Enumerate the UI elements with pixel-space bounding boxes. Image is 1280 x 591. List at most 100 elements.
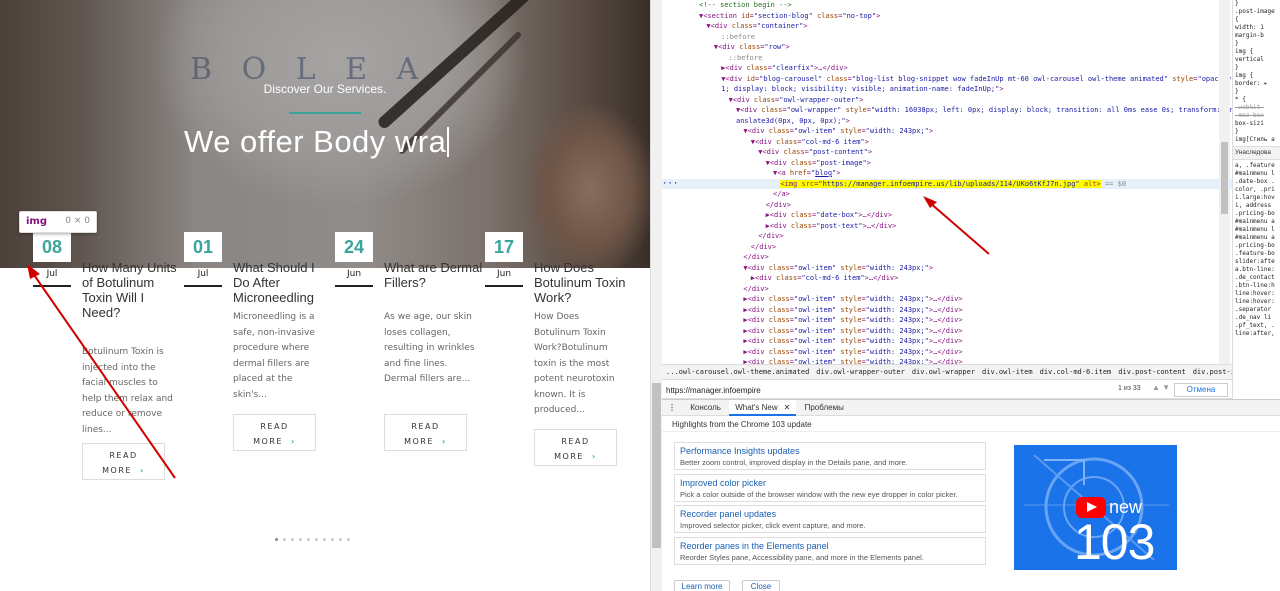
style-rule-line: } — [1235, 64, 1239, 71]
style-rule-line: img[Стиль а — [1235, 136, 1275, 143]
read-more-button[interactable]: READ MORE › — [534, 429, 617, 466]
style-rule-line: -moz-box — [1235, 112, 1264, 119]
read-more-button[interactable]: READ MORE › — [82, 443, 165, 480]
style-rule-line: * { — [1235, 96, 1246, 103]
style-rule-line: .de_contact — [1235, 274, 1275, 281]
chevron-right-icon: › — [291, 437, 296, 446]
style-rule-line: .post-image — [1235, 8, 1275, 15]
tab-whats-new[interactable]: What's New ✕ — [729, 400, 797, 416]
website-viewport: B O L E A Discover Our Services. We offe… — [0, 0, 650, 591]
styles-pane[interactable]: } .post-image{ width: 1 margin-b} img { ve… — [1232, 0, 1280, 399]
read-more-button[interactable]: READ MORE › — [384, 414, 467, 451]
post-title-link[interactable]: What are Dermal Fillers? — [384, 260, 484, 290]
hero-banner: B O L E A Discover Our Services. We offe… — [0, 0, 650, 268]
elements-breadcrumb[interactable]: ...owl-carousel.owl-theme.animated div.ow… — [662, 364, 1232, 380]
breadcrumb-item[interactable]: div.owl-wrapper — [912, 368, 975, 376]
card-title-link[interactable]: Performance Insights updates — [680, 446, 980, 456]
tab-issues[interactable]: Проблемы — [799, 400, 850, 416]
card-description: Better zoom control, improved display in… — [680, 458, 908, 467]
carousel-dot[interactable] — [331, 538, 334, 541]
style-rule-line: line:hover: — [1235, 290, 1275, 297]
style-rule-line: #mainmenu l — [1235, 226, 1275, 233]
carousel-dot[interactable] — [275, 538, 278, 541]
post-title-link[interactable]: How Many Units of Botulinum Toxin Will I… — [82, 260, 182, 320]
style-rule-line: .pf_text, . — [1235, 322, 1275, 329]
style-rule-line: } — [1235, 88, 1239, 95]
style-rule-line: width: 1 — [1235, 24, 1264, 31]
carousel-dot[interactable] — [323, 538, 326, 541]
whats-new-card[interactable]: Improved color picker Pick a color outsid… — [674, 473, 986, 502]
drawer-menu-icon[interactable]: ⋮ — [662, 400, 682, 416]
elements-search-bar: https://manager.infoempire 1 из 33 ▲ ▼ О… — [662, 381, 1232, 399]
drawer-tabs: ⋮ Консоль What's New ✕ Проблемы — [662, 400, 1280, 416]
breadcrumb-item[interactable]: ...owl-carousel.owl-theme.animated — [666, 368, 809, 376]
card-title-link[interactable]: Recorder panel updates — [680, 509, 980, 519]
style-rule-line: { — [1235, 16, 1239, 23]
element-inspect-tooltip: img 0 × 0 — [19, 211, 97, 233]
carousel-dot[interactable] — [283, 538, 286, 541]
post-date-day: 01 — [184, 232, 222, 262]
post-excerpt: How Does Botulinum Toxin Work?Botulinum … — [534, 312, 615, 415]
post-title-link[interactable]: What Should I Do After Microneedling — [233, 260, 333, 305]
page-scrollbar-thumb[interactable] — [652, 383, 661, 548]
style-rule-line: } — [1235, 128, 1239, 135]
read-more-button[interactable]: READ MORE › — [233, 414, 316, 451]
learn-more-button[interactable]: Learn more — [674, 580, 730, 591]
chrome-103-promo-image: new 103 — [1014, 445, 1177, 570]
style-rule-line: vertical — [1235, 56, 1264, 63]
style-rule-line: line:after, — [1235, 330, 1275, 337]
card-description: Pick a color outside of the browser wind… — [680, 489, 958, 499]
whats-new-card[interactable]: Reorder panes in the Elements panel Reord… — [674, 536, 986, 565]
style-rule-line: a, .feature — [1235, 162, 1275, 169]
post-date-underline — [485, 285, 523, 287]
tab-console[interactable]: Консоль — [684, 400, 727, 416]
card-title-link[interactable]: Improved color picker — [680, 478, 980, 488]
breadcrumb-item[interactable]: div.col-md-6.item — [1040, 368, 1112, 376]
style-rule-line: #mainmenu a — [1235, 218, 1275, 225]
carousel-dot[interactable] — [347, 538, 350, 541]
post-date-day: 24 — [335, 232, 373, 262]
card-title-link[interactable]: Reorder panes in the Elements panel — [680, 541, 980, 551]
post-date-underline — [184, 285, 222, 287]
typing-cursor — [447, 127, 450, 157]
style-rule-line: margin-b — [1235, 32, 1264, 39]
devtools-drawer: ⋮ Консоль What's New ✕ Проблемы Highlight… — [662, 399, 1280, 591]
card-description: Improved selector picker, click event ca… — [680, 521, 866, 530]
breadcrumb-item[interactable]: div.owl-item — [982, 368, 1033, 376]
breadcrumb-item[interactable]: div.post-content — [1118, 368, 1185, 376]
search-input[interactable]: https://manager.infoempire — [666, 384, 1116, 397]
style-rule-line: img { — [1235, 48, 1254, 55]
chevron-right-icon: › — [442, 437, 447, 446]
style-rule-line: a.btn-line: — [1235, 266, 1275, 273]
page-scrollbar[interactable] — [650, 0, 662, 591]
style-rule-line: img { — [1235, 72, 1254, 79]
carousel-dot[interactable] — [299, 538, 302, 541]
post-excerpt: Microneedling is a safe, non-invasive pr… — [233, 312, 315, 400]
carousel-dot[interactable] — [315, 538, 318, 541]
post-date-day: 08 — [33, 232, 71, 262]
carousel-dot[interactable] — [291, 538, 294, 541]
carousel-dot[interactable] — [307, 538, 310, 541]
post-title-link[interactable]: How Does Botulinum Toxin Work? — [534, 260, 634, 305]
close-button[interactable]: Close — [742, 580, 780, 591]
search-nav-arrows[interactable]: ▲ ▼ — [1152, 383, 1170, 392]
post-date-underline — [335, 285, 373, 287]
post-excerpt: Botulinum Toxin is injected into the fac… — [82, 347, 173, 435]
search-cancel-button[interactable]: Отмена — [1174, 383, 1228, 397]
breadcrumb-item[interactable]: div.owl-wrapper-outer — [816, 368, 905, 376]
style-rule-line: #mainmenu l — [1235, 170, 1275, 177]
hero-title: We offer Body wra — [184, 124, 450, 160]
whats-new-card[interactable]: Recorder panel updates Improved selector … — [674, 505, 986, 533]
breadcrumb-item[interactable]: div.post-image — [1193, 368, 1232, 376]
carousel-dot[interactable] — [339, 538, 342, 541]
style-rule-line: .feature-bo — [1235, 250, 1275, 257]
promo-version-number: 103 — [1074, 514, 1155, 570]
close-tab-icon[interactable]: ✕ — [781, 400, 791, 416]
whats-new-card[interactable]: Performance Insights updates Better zoom … — [674, 442, 986, 470]
style-rule-line: slider:afte — [1235, 258, 1275, 265]
style-rule-line: -webkit- — [1235, 104, 1264, 111]
post-date-day: 17 — [485, 232, 523, 262]
post-date-month: Jun — [496, 269, 512, 279]
carousel-pagination[interactable] — [275, 526, 355, 541]
post-excerpt: As we age, our skin loses collagen, resu… — [384, 312, 475, 384]
